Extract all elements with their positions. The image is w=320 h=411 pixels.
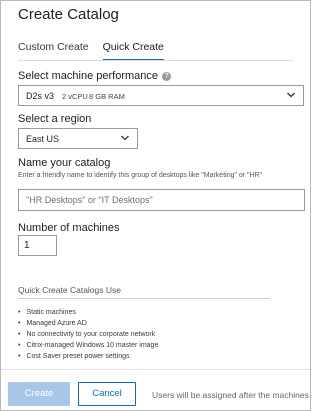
tab-quick-create[interactable]: Quick Create (102, 41, 164, 61)
question-icon[interactable]: ? (162, 72, 172, 81)
machine-vcpu-value: 2 vCPU (62, 92, 88, 101)
chevron-down-icon (287, 92, 295, 98)
chevron-down-icon (121, 135, 129, 141)
list-item: Managed Azure AD (18, 318, 158, 329)
quick-create-info-list: Static machines Managed Azure AD No conn… (18, 307, 158, 362)
machine-size-value: D2s v3 (26, 91, 55, 101)
catalog-name-hint: Enter a friendly name to identify this g… (18, 172, 263, 179)
machine-performance-label-text: Select machine performance (18, 70, 159, 82)
machine-ram-value: 8 GB RAM (89, 92, 125, 101)
dialog-title: Create Catalog (18, 6, 119, 23)
create-catalog-dialog: Create Catalog Custom Create Quick Creat… (0, 0, 311, 411)
quick-create-info-divider (18, 298, 270, 299)
list-item: Citrix-managed Windows 10 master image (18, 340, 158, 351)
machines-label: Number of machines (18, 222, 120, 234)
machine-performance-select[interactable]: D2s v3 2 vCPU 8 GB RAM (18, 85, 304, 106)
list-item: Static machines (18, 307, 158, 318)
footer-divider (1, 369, 310, 370)
catalog-name-label: Name your catalog (18, 157, 111, 169)
region-select[interactable]: East US (18, 128, 138, 149)
machines-count-input[interactable]: 1 (18, 235, 57, 256)
region-label: Select a region (18, 113, 92, 125)
quick-create-info-title: Quick Create Catalogs Use (18, 285, 121, 295)
catalog-name-input[interactable]: "HR Desktops" or "IT Desktops" (18, 189, 305, 211)
tab-divider (18, 60, 293, 61)
tab-custom-create[interactable]: Custom Create (18, 41, 89, 61)
cancel-button[interactable]: Cancel (78, 382, 136, 406)
list-item: No connectivity to your corporate networ… (18, 329, 158, 340)
list-item: Cost Saver preset power settings (18, 351, 158, 362)
footer-note: Users will be assigned after the machine… (152, 390, 309, 400)
machine-performance-label: Select machine performance? (18, 70, 172, 82)
tab-bar: Custom Create Quick Create (18, 41, 164, 61)
create-catalog-button[interactable]: Create Catalog (8, 382, 70, 411)
region-value: East US (26, 134, 60, 144)
